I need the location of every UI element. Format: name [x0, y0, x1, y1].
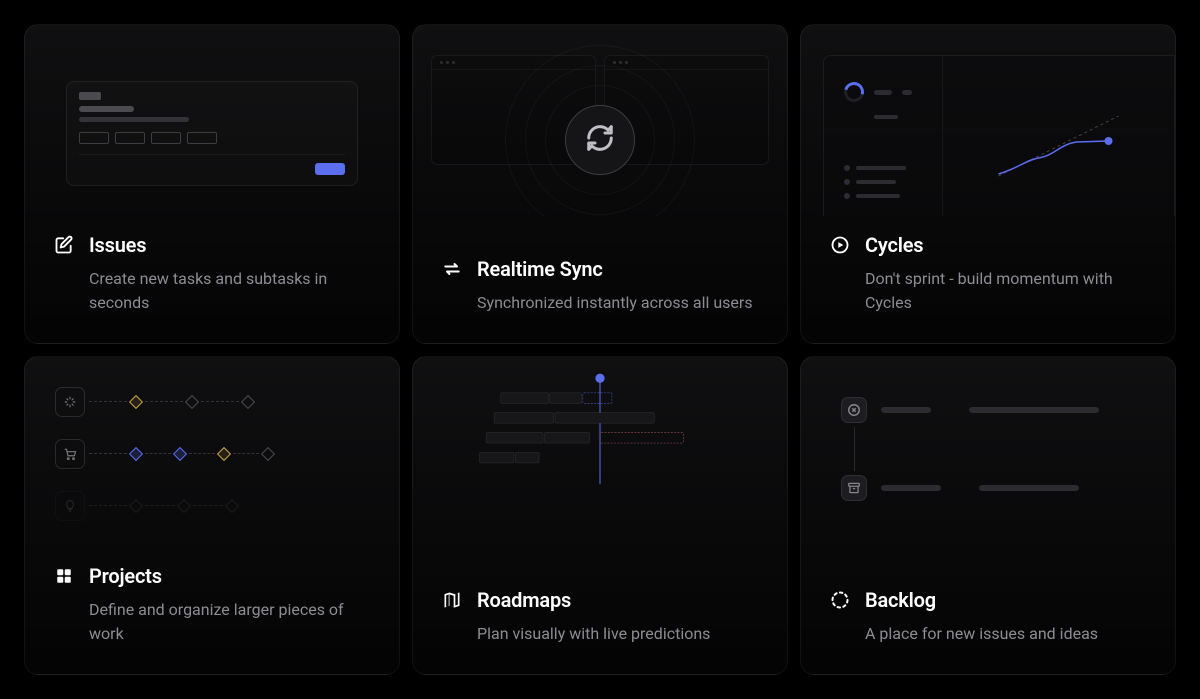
feature-card-grid: Issues Create new tasks and subtasks in … — [24, 24, 1176, 675]
card-description: Define and organize larger pieces of wor… — [89, 598, 371, 646]
archive-icon — [841, 475, 867, 501]
card-title: Cycles — [865, 233, 923, 257]
card-title: Projects — [89, 564, 162, 588]
map-icon — [441, 589, 463, 611]
sync-arrows-icon — [441, 258, 463, 280]
close-circle-icon — [841, 397, 867, 423]
card-roadmaps[interactable]: Roadmaps Plan visually with live predict… — [412, 356, 788, 676]
card-description: Don't sprint - build momentum with Cycle… — [865, 267, 1147, 315]
card-description: A place for new issues and ideas — [865, 622, 1147, 646]
cycles-illustration — [801, 25, 1175, 216]
card-description: Synchronized instantly across all users — [477, 291, 759, 315]
donut-progress-icon — [840, 78, 867, 105]
bulb-icon — [55, 491, 85, 521]
edit-square-icon — [53, 234, 75, 256]
grid-icon — [53, 565, 75, 587]
projects-illustration — [25, 357, 399, 548]
sync-illustration — [413, 25, 787, 216]
card-description: Create new tasks and subtasks in seconds — [89, 267, 371, 315]
card-backlog[interactable]: Backlog A place for new issues and ideas — [800, 356, 1176, 676]
card-issues[interactable]: Issues Create new tasks and subtasks in … — [24, 24, 400, 344]
roadmaps-illustration — [413, 357, 787, 548]
card-cycles[interactable]: Cycles Don't sprint - build momentum wit… — [800, 24, 1176, 344]
card-title: Backlog — [865, 588, 936, 612]
play-circle-icon — [829, 234, 851, 256]
cart-icon — [55, 439, 85, 469]
card-description: Plan visually with live predictions — [477, 622, 759, 646]
accent-button-mock — [315, 163, 345, 175]
card-title: Roadmaps — [477, 588, 571, 612]
issues-illustration — [25, 25, 399, 216]
issue-panel-mock — [66, 81, 358, 186]
card-projects[interactable]: Projects Define and organize larger piec… — [24, 356, 400, 676]
card-title: Realtime Sync — [477, 257, 603, 281]
backlog-illustration — [801, 357, 1175, 548]
dashed-circle-icon — [829, 589, 851, 611]
card-realtime-sync[interactable]: Realtime Sync Synchronized instantly acr… — [412, 24, 788, 344]
refresh-icon — [585, 123, 615, 157]
card-title: Issues — [89, 233, 146, 257]
sparkle-icon — [55, 387, 85, 417]
